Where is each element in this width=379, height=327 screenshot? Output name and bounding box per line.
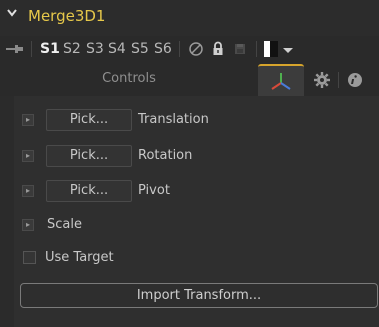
- separator: [338, 72, 339, 88]
- expand-pivot-button[interactable]: ▸: [22, 185, 34, 197]
- separator: [256, 41, 257, 57]
- controls-content: ▸ Pick... Translation ▸ Pick... Rotation…: [14, 96, 379, 327]
- expand-translation-button[interactable]: ▸: [22, 114, 34, 126]
- tool-header[interactable]: Merge3D1: [0, 0, 379, 36]
- pick-pivot-button[interactable]: Pick...: [46, 180, 132, 202]
- pin-icon[interactable]: [5, 41, 25, 57]
- version-bar: S1 S2 S3 S4 S5 S6: [0, 36, 379, 62]
- info-icon[interactable]: [345, 70, 365, 90]
- chevron-down-icon[interactable]: [6, 7, 20, 21]
- lock-icon[interactable]: [209, 40, 227, 58]
- translation-label: Translation: [138, 112, 209, 127]
- version-s1[interactable]: S1: [40, 39, 60, 59]
- tool-title: Merge3D1: [28, 7, 106, 25]
- pivot-row: ▸ Pick... Pivot: [14, 179, 379, 203]
- panel-left-edge: [0, 96, 14, 327]
- version-s4[interactable]: S4: [108, 39, 126, 59]
- pivot-label: Pivot: [138, 183, 170, 198]
- separator: [31, 41, 32, 57]
- disk-icon[interactable]: [231, 40, 249, 58]
- version-s3[interactable]: S3: [86, 39, 104, 59]
- tab-3d-transform[interactable]: [258, 64, 304, 96]
- tab-bar: Controls: [0, 62, 379, 96]
- dropdown-arrow-icon[interactable]: [279, 40, 297, 58]
- version-s6[interactable]: S6: [154, 39, 172, 59]
- color-swatch-icon[interactable]: [262, 40, 280, 58]
- separator: [179, 41, 180, 57]
- pick-translation-button[interactable]: Pick...: [46, 109, 132, 131]
- translation-row: ▸ Pick... Translation: [14, 108, 379, 132]
- version-s5[interactable]: S5: [131, 39, 149, 59]
- inspector-panel: Merge3D1 S1 S2 S3 S4 S5 S6 Controls ▸ Pi…: [0, 0, 379, 327]
- rotation-row: ▸ Pick... Rotation: [14, 144, 379, 168]
- gear-icon[interactable]: [312, 70, 332, 90]
- use-target-checkbox[interactable]: [23, 251, 36, 264]
- import-transform-button[interactable]: Import Transform...: [20, 283, 378, 308]
- rotation-label: Rotation: [138, 148, 193, 163]
- scale-label: Scale: [47, 217, 82, 232]
- tab-controls[interactable]: Controls: [0, 66, 258, 92]
- use-target-row[interactable]: Use Target: [14, 246, 379, 270]
- axes-3d-icon: [269, 70, 293, 96]
- expand-scale-button[interactable]: ▸: [22, 219, 34, 231]
- pick-rotation-button[interactable]: Pick...: [46, 145, 132, 167]
- scale-row: ▸ Scale: [14, 213, 379, 237]
- version-s2[interactable]: S2: [63, 39, 81, 59]
- use-target-label: Use Target: [45, 250, 114, 265]
- circle-slash-icon[interactable]: [187, 40, 205, 58]
- expand-rotation-button[interactable]: ▸: [22, 150, 34, 162]
